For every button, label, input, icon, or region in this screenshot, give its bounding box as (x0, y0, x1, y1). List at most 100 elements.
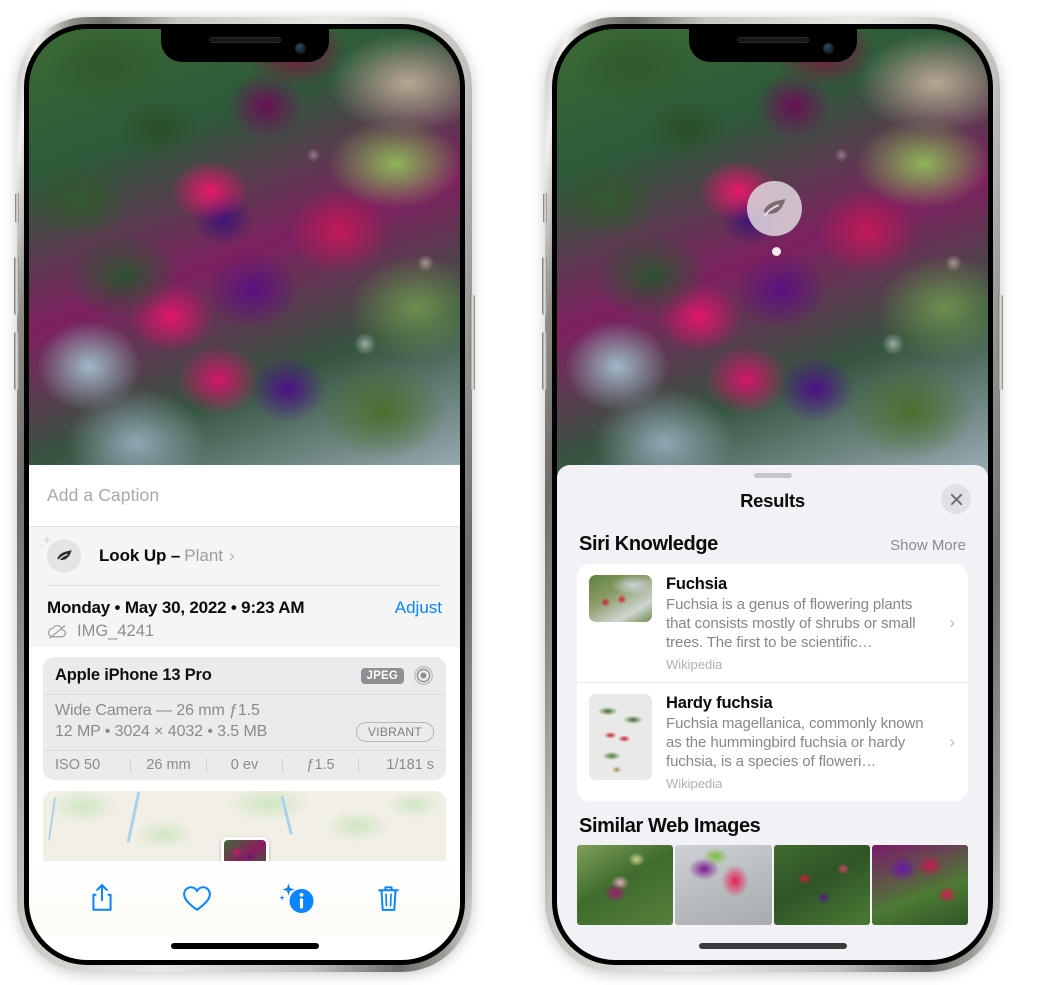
exif-iso: ISO 50 (55, 757, 101, 773)
camera-model: Apple iPhone 13 Pro (55, 666, 212, 684)
profile-badge: VIBRANT (355, 722, 434, 742)
exif-focal: 26 mm (146, 757, 191, 773)
result-source: Wikipedia (666, 657, 723, 672)
result-source: Wikipedia (666, 776, 723, 791)
caption-field[interactable]: Add a Caption (29, 465, 460, 527)
web-image-thumb[interactable] (773, 845, 870, 925)
adjust-button[interactable]: Adjust (395, 598, 442, 618)
front-camera-icon (822, 43, 834, 54)
home-indicator[interactable] (698, 943, 847, 949)
front-camera-icon (294, 43, 306, 54)
pin-thumbnail (223, 840, 266, 861)
caption-placeholder: Add a Caption (47, 485, 160, 505)
web-image-thumb[interactable] (871, 845, 968, 925)
exif-row: ISO 50 26 mm 0 ev ƒ1.5 1/181 s (43, 751, 446, 780)
web-image-thumb[interactable] (675, 845, 772, 925)
icloud-slash-icon (47, 625, 66, 639)
info-button[interactable] (278, 883, 313, 913)
similar-web-images-header: Similar Web Images (557, 801, 988, 845)
date-row: Monday • May 30, 2022 • 9:23 AM Adjust (47, 598, 442, 618)
visual-lookup-badge[interactable] (747, 181, 802, 236)
format-badge: JPEG (360, 667, 404, 684)
result-title: Fuchsia (666, 575, 727, 593)
camera-body: Wide Camera — 26 mm ƒ1.5 12 MP • 3024 × … (43, 695, 446, 751)
share-button[interactable] (89, 883, 115, 913)
list-item[interactable]: Fuchsia Fuchsia is a genus of flowering … (577, 564, 968, 682)
camera-header-badges: JPEG (360, 665, 434, 686)
favorite-button[interactable] (182, 885, 212, 912)
look-up-row[interactable]: Look Up – Plant › (39, 527, 442, 585)
photo-bokeh (29, 29, 460, 479)
map-river (126, 791, 141, 843)
exif-fstop: ƒ1.5 (306, 757, 335, 773)
right-phone-screen: Results Siri Knowledge Show More Fuchsia… (557, 29, 988, 960)
lookup-section: Look Up – Plant › (29, 527, 460, 586)
photo-filename: IMG_4241 (77, 622, 155, 640)
photo-view[interactable] (29, 29, 460, 479)
similar-web-images-strip (557, 845, 988, 925)
list-item[interactable]: Hardy fuchsia Fuchsia magellanica, commo… (577, 682, 968, 801)
filename-row: IMG_4241 (47, 622, 442, 641)
power-button[interactable] (998, 295, 1003, 390)
close-button[interactable] (941, 484, 971, 514)
mute-switch[interactable] (15, 193, 19, 223)
metadata-block: Monday • May 30, 2022 • 9:23 AM Adjust I… (29, 586, 460, 647)
volume-down-button[interactable] (542, 332, 547, 390)
result-thumbnail (589, 575, 652, 622)
mute-switch[interactable] (543, 193, 547, 223)
volume-up-button[interactable] (542, 257, 547, 315)
result-text: Hardy fuchsia Fuchsia magellanica, commo… (652, 694, 956, 791)
lens-line: Wide Camera — 26 mm ƒ1.5 (55, 702, 260, 719)
home-indicator[interactable] (170, 943, 319, 949)
similar-web-images-title: Similar Web Images (579, 815, 761, 837)
photo-pin[interactable] (220, 837, 269, 861)
camera-header: Apple iPhone 13 Pro JPEG (43, 657, 446, 695)
chevron-right-icon: › (229, 546, 235, 565)
left-phone-screen: Add a Caption Look Up – Plant › Monday •… (29, 29, 460, 960)
exif-shutter: 1/181 s (386, 757, 434, 773)
chevron-right-icon: › (949, 613, 955, 632)
right-phone-bezel: Results Siri Knowledge Show More Fuchsia… (552, 24, 993, 965)
result-description: Fuchsia is a genus of flowering plants t… (666, 596, 916, 651)
chevron-right-icon: › (949, 732, 955, 751)
earpiece-speaker (208, 37, 281, 43)
volume-down-button[interactable] (14, 332, 19, 390)
device-notch (160, 29, 329, 62)
close-icon (950, 493, 962, 505)
aperture-icon (414, 666, 433, 685)
results-sheet: Results Siri Knowledge Show More Fuchsia… (557, 465, 988, 960)
web-image-thumb[interactable] (577, 845, 674, 925)
result-thumbnail (589, 694, 652, 780)
spec-line: 12 MP • 3024 × 4032 • 3.5 MB (55, 723, 268, 740)
result-text: Fuchsia Fuchsia is a genus of flowering … (652, 575, 956, 672)
camera-info-card[interactable]: Apple iPhone 13 Pro JPEG Wide Camera — 2… (43, 657, 446, 780)
screenshot-stage: Add a Caption Look Up – Plant › Monday •… (0, 0, 1055, 985)
photo-toolbar (29, 861, 460, 935)
siri-knowledge-card: Fuchsia Fuchsia is a genus of flowering … (577, 564, 968, 801)
left-phone-bezel: Add a Caption Look Up – Plant › Monday •… (24, 24, 465, 965)
results-title: Results (740, 490, 805, 511)
location-map[interactable] (43, 791, 446, 861)
earpiece-speaker (736, 37, 809, 43)
result-title: Hardy fuchsia (666, 694, 773, 712)
siri-knowledge-title: Siri Knowledge (579, 533, 718, 555)
lookup-title: Look Up – (99, 546, 181, 565)
map-river (280, 795, 293, 835)
siri-knowledge-header: Siri Knowledge Show More (557, 524, 988, 564)
delete-button[interactable] (376, 884, 401, 913)
left-phone-frame: Add a Caption Look Up – Plant › Monday •… (14, 17, 475, 972)
spec-row: 12 MP • 3024 × 4032 • 3.5 MB VIBRANT (55, 722, 434, 742)
capture-date: Monday • May 30, 2022 • 9:23 AM (47, 598, 305, 617)
photo-info-sheet: Add a Caption Look Up – Plant › Monday •… (29, 465, 460, 960)
show-more-button[interactable]: Show More (890, 537, 966, 554)
volume-up-button[interactable] (14, 257, 19, 315)
result-description: Fuchsia magellanica, commonly known as t… (666, 715, 924, 770)
lookup-icon-wrap (39, 535, 81, 573)
leaf-icon (763, 198, 786, 217)
map-river (47, 797, 57, 841)
results-header: Results (557, 478, 988, 524)
power-button[interactable] (470, 295, 475, 390)
leaf-icon (47, 539, 81, 573)
exif-exposure: 0 ev (230, 757, 259, 773)
right-phone-frame: Results Siri Knowledge Show More Fuchsia… (542, 17, 1003, 972)
